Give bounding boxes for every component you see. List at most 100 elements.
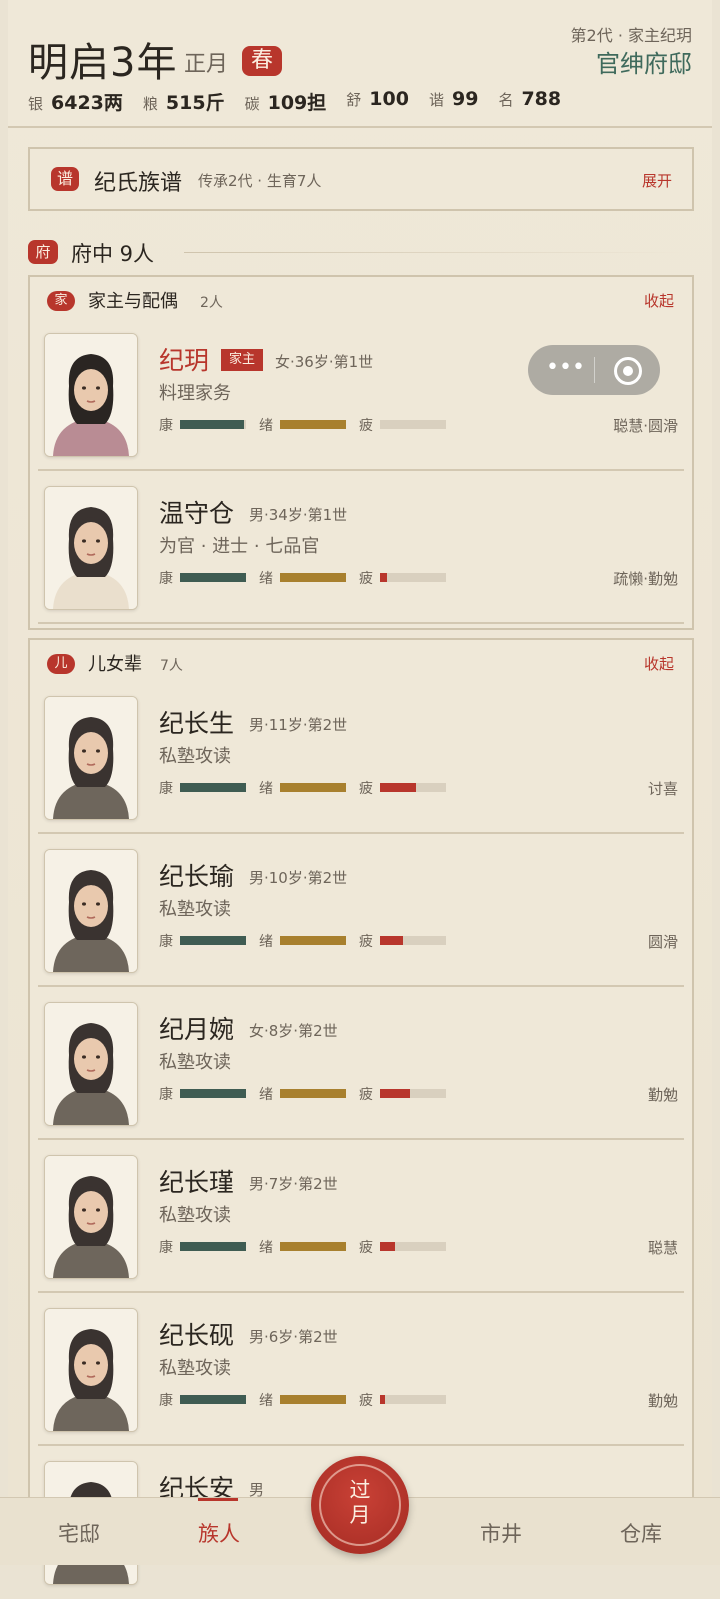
stat-key: 银 [28, 95, 44, 113]
avatar[interactable] [44, 1002, 138, 1126]
stat-fame: 名 788 [498, 88, 561, 115]
stat-key: 名 [498, 91, 514, 109]
fatigue-fill [380, 1242, 395, 1251]
mansion-label[interactable]: 官绅府邸 [596, 44, 692, 79]
health-label: 康 [159, 418, 173, 434]
person-info: 女·8岁·第2世 [249, 1022, 338, 1040]
resource-stats: 银 6423两 粮 515斤 碳 109担 舒 100 谐 99 名 788 [28, 88, 581, 115]
health-fill [180, 1242, 246, 1251]
fatigue-fill [380, 573, 387, 582]
person-name: 温守仓 [159, 499, 235, 528]
mood-label: 绪 [259, 781, 273, 797]
expand-button[interactable]: 展开 [642, 170, 672, 191]
more-icon[interactable]: ••• [546, 357, 585, 379]
group-seal-icon: 儿 [47, 654, 75, 674]
nav-mansion[interactable]: 宅邸 [29, 1518, 129, 1548]
health-fill [180, 936, 246, 945]
stat-coal: 碳 109担 [245, 88, 327, 115]
health-bar [180, 420, 246, 429]
person-row[interactable]: 纪玥 家主 女·36岁·第1世 料理家务康 绪 疲 聪慧·圆滑 [38, 321, 684, 471]
status-bars: 康绪疲 [159, 415, 459, 434]
stat-key: 谐 [428, 91, 444, 109]
nav-clan[interactable]: 族人 [169, 1518, 269, 1548]
stat-value: 6423两 [51, 92, 123, 114]
nav-market[interactable]: 市井 [451, 1518, 551, 1548]
season-badge: 春 [242, 46, 282, 76]
mood-fill [280, 420, 346, 429]
avatar[interactable] [44, 696, 138, 820]
person-info: 男·10岁·第2世 [249, 869, 348, 887]
person-name: 纪长瑾 [159, 1168, 235, 1197]
miniprogram-capsule: ••• [528, 345, 660, 395]
mood-label: 绪 [259, 571, 273, 587]
fatigue-label: 疲 [359, 1393, 373, 1409]
health-bar [180, 573, 246, 582]
fatigue-fill [380, 936, 404, 945]
group-count: 7人 [160, 658, 183, 674]
group-header: 儿 儿女辈 7人 收起 [30, 640, 692, 684]
mood-fill [280, 1242, 346, 1251]
person-traits: 聪慧 [647, 1239, 678, 1257]
pass-month-button[interactable]: 过月 [311, 1456, 409, 1554]
fatigue-bar [380, 420, 446, 429]
stat-silver: 银 6423两 [28, 88, 123, 115]
person-traits: 聪慧·圆滑 [613, 417, 678, 435]
avatar[interactable] [44, 1155, 138, 1279]
fatigue-label: 疲 [359, 1240, 373, 1256]
group-count: 2人 [200, 295, 223, 311]
stat-value: 100 [369, 88, 409, 110]
person-row[interactable]: 纪长瑾 男·7岁·第2世 私塾攻读康 绪 疲 聪慧 [38, 1143, 684, 1293]
person-row[interactable]: 纪月婉 女·8岁·第2世 私塾攻读康 绪 疲 勤勉 [38, 990, 684, 1140]
avatar[interactable] [44, 486, 138, 610]
nav-warehouse[interactable]: 仓库 [591, 1518, 691, 1548]
health-label: 康 [159, 571, 173, 587]
close-target-icon[interactable] [614, 357, 642, 385]
health-label: 康 [159, 1087, 173, 1103]
person-job: 料理家务 [159, 383, 231, 404]
mood-label: 绪 [259, 934, 273, 950]
mood-label: 绪 [259, 418, 273, 434]
capsule-divider [594, 357, 595, 383]
avatar[interactable] [44, 333, 138, 457]
health-bar [180, 1395, 246, 1404]
mood-bar [280, 1242, 346, 1251]
person-row[interactable]: 纪长砚 男·6岁·第2世 私塾攻读康 绪 疲 勤勉 [38, 1296, 684, 1446]
health-bar [180, 1242, 246, 1251]
group-title: 儿女辈 [88, 654, 142, 675]
avatar[interactable] [44, 849, 138, 973]
collapse-button[interactable]: 收起 [644, 653, 674, 674]
fatigue-bar [380, 573, 446, 582]
fatigue-label: 疲 [359, 1087, 373, 1103]
section-divider [184, 252, 684, 253]
group-seal-icon: 家 [47, 291, 75, 311]
row-divider [38, 1291, 684, 1293]
fatigue-label: 疲 [359, 781, 373, 797]
health-label: 康 [159, 781, 173, 797]
portrait-illustration [45, 487, 137, 609]
row-divider [38, 1138, 684, 1140]
health-label: 康 [159, 934, 173, 950]
health-fill [180, 1395, 246, 1404]
row-divider [38, 622, 684, 624]
person-row[interactable]: 纪长生 男·11岁·第2世 私塾攻读康 绪 疲 讨喜 [38, 684, 684, 834]
row-divider [38, 985, 684, 987]
person-row[interactable]: 温守仓 男·34岁·第1世 为官 · 进士 · 七品官康 绪 疲 疏懒·勤勉 [38, 474, 684, 624]
fatigue-fill [380, 1089, 410, 1098]
person-name: 纪长砚 [159, 1321, 235, 1350]
stat-value: 99 [451, 88, 479, 110]
health-fill [180, 1089, 246, 1098]
status-bars: 康绪疲 [159, 1084, 459, 1103]
year-title: 明启3年 [28, 40, 178, 86]
portrait-illustration [45, 1003, 137, 1125]
genealogy-title: 纪氏族谱 [94, 171, 183, 196]
person-job: 私塾攻读 [159, 899, 231, 920]
status-bars: 康绪疲 [159, 568, 459, 587]
mood-fill [280, 936, 346, 945]
genealogy-card[interactable]: 谱 纪氏族谱 传承2代 · 生育7人 展开 [28, 147, 694, 211]
collapse-button[interactable]: 收起 [644, 290, 674, 311]
fatigue-fill [380, 783, 417, 792]
group-title: 家主与配偶 [88, 291, 178, 312]
avatar[interactable] [44, 1308, 138, 1432]
health-fill [180, 420, 245, 429]
person-row[interactable]: 纪长瑜 男·10岁·第2世 私塾攻读康 绪 疲 圆滑 [38, 837, 684, 987]
